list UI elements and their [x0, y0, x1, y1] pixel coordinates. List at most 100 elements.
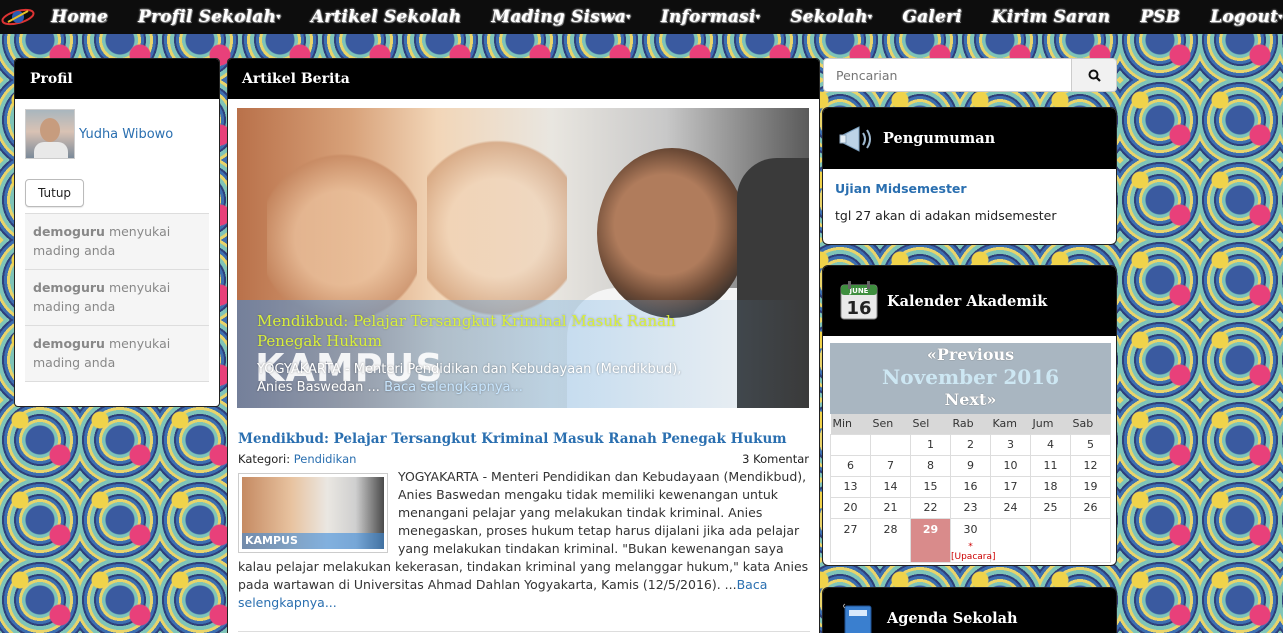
user-name-link[interactable]: Yudha Wibowo: [79, 127, 173, 142]
calendar-day-cell[interactable]: 3: [990, 433, 1031, 456]
calendar-day-cell[interactable]: 27: [830, 517, 871, 563]
calendar-day-number: 11: [1043, 459, 1058, 472]
search-input[interactable]: [823, 58, 1072, 92]
calendar-day-cell[interactable]: 25: [1030, 496, 1071, 519]
calendar-day-cell[interactable]: 14: [870, 475, 911, 498]
nav-item-mading-siswa[interactable]: Mading Siswa▾: [476, 7, 645, 27]
nav-item-label: Galeri: [902, 7, 962, 27]
calendar-day-cell[interactable]: 22: [910, 496, 951, 519]
calendar-day-cell[interactable]: 4: [1030, 433, 1071, 456]
calendar-body: 1 2 3 4 5 6 7 8 9 10 11 12 13 14 15 16 17 18 19 20 21 22 23 24 2…: [830, 433, 1111, 563]
nav-item-home[interactable]: Home: [36, 7, 123, 27]
category-link[interactable]: Pendidikan: [294, 452, 357, 466]
close-button[interactable]: Tutup: [25, 179, 85, 207]
nav-item-label: Informasi: [660, 7, 756, 27]
hero-background-figure: [427, 128, 567, 328]
caret-down-icon: ▾: [1278, 12, 1283, 23]
artikel-panel: Artikel Berita KAMPUS Mendikbud: Pelajar…: [227, 58, 820, 633]
calendar-event-label[interactable]: *[Upacara]: [951, 542, 996, 562]
profil-title: Profil: [30, 71, 73, 87]
search-button[interactable]: [1072, 58, 1117, 92]
calendar-day-number: 18: [1043, 480, 1058, 493]
calendar-day-cell[interactable]: 28: [870, 517, 911, 563]
calendar-day-cell[interactable]: 24: [990, 496, 1031, 519]
calendar-day-number: 27: [843, 522, 858, 536]
caret-down-icon: ▾: [626, 12, 631, 23]
calendar-day-cell[interactable]: 30 *[Upacara]: [950, 517, 996, 563]
calendar-day-cell: [870, 433, 911, 456]
calendar-day-cell[interactable]: 8: [910, 454, 951, 477]
calendar-day-cell[interactable]: 7: [870, 454, 911, 477]
calendar-day-cell[interactable]: 29: [910, 517, 951, 563]
calendar-week-row: 1 2 3 4 5: [830, 433, 1111, 456]
nav-item-sekolah[interactable]: Sekolah▾: [775, 7, 887, 27]
hero-read-more-link[interactable]: Baca selengkapnya...: [384, 380, 523, 395]
nav-item-kirim-saran[interactable]: Kirim Saran: [977, 7, 1125, 27]
hero-title[interactable]: Mendikbud: Pelajar Tersangkut Kriminal M…: [257, 311, 727, 351]
kalender-title: Kalender Akademik: [887, 292, 1048, 310]
site-logo-icon[interactable]: [0, 0, 36, 34]
nav-item-artikel-sekolah[interactable]: Artikel Sekolah: [296, 7, 476, 27]
calendar-day-number: 2: [967, 438, 974, 451]
calendar-day-cell[interactable]: 19: [1070, 475, 1111, 498]
calendar-day-cell[interactable]: 10: [990, 454, 1031, 477]
calendar-day-cell[interactable]: 2: [950, 433, 991, 456]
calendar-day-cell[interactable]: 15: [910, 475, 951, 498]
calendar-day-number: 7: [887, 459, 894, 472]
weekday-header: Sen: [870, 414, 911, 434]
calendar-day-cell[interactable]: 20: [830, 496, 871, 519]
calendar-day-cell[interactable]: 26: [1070, 496, 1111, 519]
notification-item[interactable]: demoguru menyukai mading anda: [25, 326, 209, 382]
calendar-day-number: 17: [1003, 480, 1018, 493]
calendar-day-cell[interactable]: 5: [1070, 433, 1111, 456]
article-body: YOGYAKARTA - Menteri Pendidikan dan Kebu…: [238, 468, 810, 612]
announcement-title-link[interactable]: Ujian Midsemester: [823, 169, 1116, 196]
nav-item-profil-sekolah[interactable]: Profil Sekolah▾: [123, 7, 296, 27]
calendar-week-row: 20 21 22 23 24 25 26: [830, 496, 1111, 519]
calendar-day-cell[interactable]: 16: [950, 475, 991, 498]
kalender-header: JUNE 16 Kalender Akademik: [823, 266, 1116, 336]
calendar-day-number: 30: [963, 522, 978, 536]
avatar[interactable]: [25, 109, 75, 159]
calendar-day-cell[interactable]: 12: [1070, 454, 1111, 477]
article-title-link[interactable]: Mendikbud: Pelajar Tersangkut Kriminal M…: [238, 431, 787, 447]
calendar-day-cell[interactable]: 11: [1030, 454, 1071, 477]
calendar-day-number: 6: [847, 459, 854, 472]
notification-item[interactable]: demoguru menyukai mading anda: [25, 214, 209, 270]
calendar-day-cell[interactable]: 6: [830, 454, 871, 477]
article-meta: Kategori: Pendidikan 3 Komentar: [238, 452, 809, 466]
calendar-day-number: 3: [1007, 438, 1014, 451]
comment-count[interactable]: 3 Komentar: [742, 452, 809, 466]
search-icon: [1088, 69, 1101, 82]
calendar-day-cell[interactable]: 9: [950, 454, 991, 477]
calendar-day-cell[interactable]: 21: [870, 496, 911, 519]
hero-person: [597, 148, 747, 318]
nav-item-logout[interactable]: Logout▾: [1195, 7, 1283, 27]
artikel-header: Artikel Berita: [228, 59, 819, 99]
svg-text:JUNE: JUNE: [849, 287, 869, 295]
calendar-prev-link[interactable]: «Previous: [830, 345, 1111, 364]
hero-slider[interactable]: KAMPUS Mendikbud: Pelajar Tersangkut Kri…: [237, 108, 809, 408]
notification-item[interactable]: demoguru menyukai mading anda: [25, 270, 209, 326]
calendar-day-number: 5: [1087, 438, 1094, 451]
caret-down-icon: ▾: [867, 12, 873, 23]
caret-down-icon: ▾: [755, 12, 761, 23]
hero-snippet: YOGYAKARTA - Menteri Pendidikan dan Kebu…: [257, 361, 697, 397]
weekday-header: Jum: [1030, 414, 1071, 434]
calendar-day-cell[interactable]: 13: [830, 475, 871, 498]
calendar-day-cell: [830, 433, 871, 456]
calendar-day-cell[interactable]: 23: [950, 496, 991, 519]
calendar-day-number: 12: [1083, 459, 1098, 472]
calendar-next-link[interactable]: Next»: [830, 390, 1111, 409]
calendar-weekday-row: Min Sen Sel Rab Kam Jum Sab: [830, 414, 1111, 434]
search-form: [823, 58, 1117, 92]
calendar-day-number: 22: [923, 501, 938, 514]
calendar-day-cell[interactable]: 17: [990, 475, 1031, 498]
agenda-panel: Agenda Sekolah: [822, 587, 1117, 633]
nav-item-psb[interactable]: PSB: [1125, 7, 1195, 27]
calendar-day-cell[interactable]: 1: [910, 433, 951, 456]
nav-item-galeri[interactable]: Galeri: [887, 7, 976, 27]
nav-item-informasi[interactable]: Informasi▾: [646, 7, 775, 27]
nav-item-label: Profil Sekolah: [138, 7, 277, 27]
calendar-day-cell[interactable]: 18: [1030, 475, 1071, 498]
